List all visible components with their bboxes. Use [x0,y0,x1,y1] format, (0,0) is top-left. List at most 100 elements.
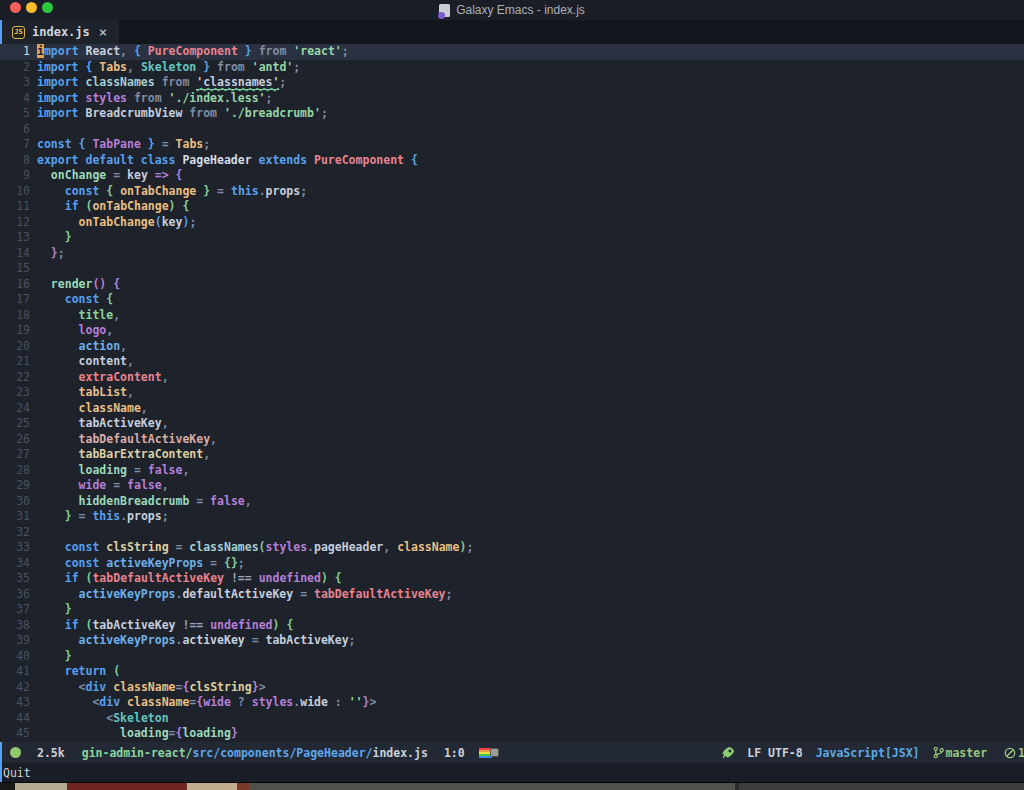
echo-message: Quit [3,766,31,780]
code-line: 28 loading = false, [0,463,1024,479]
desktop-strip-segment [237,783,249,790]
line-number: 3 [0,75,30,91]
desktop-strip-segment [67,783,187,790]
line-number: 7 [0,137,30,153]
tab-bar: JS index.js × [0,20,1024,44]
modeline-right: LF UTF-8 JavaScript[JSX] master 1 [721,746,1024,760]
line-number: 22 [0,370,30,386]
major-mode[interactable]: JavaScript[JSX] [816,746,920,760]
tab-label: index.js [32,25,90,39]
line-number: 42 [0,680,30,696]
desktop-strip-segment [249,783,735,790]
line-number: 31 [0,509,30,525]
line-number: 6 [0,122,30,138]
buffer-size: 2.5k [37,746,65,760]
code-line: 39 activeKeyProps.activeKey = tabActiveK… [0,633,1024,649]
line-number: 10 [0,184,30,200]
line-number: 38 [0,618,30,634]
code-line: 25 tabActiveKey, [0,416,1024,432]
code-line: 13 } [0,230,1024,246]
line-number: 11 [0,199,30,215]
line-number: 34 [0,556,30,572]
no-issues-icon [1004,747,1016,759]
window-title-group: Galaxy Emacs - index.js [0,0,1024,20]
line-number: 12 [0,215,30,231]
tab-close-icon[interactable]: × [99,24,107,40]
code-line: 45 loading={loading} [0,726,1024,742]
line-number: 24 [0,401,30,417]
line-number: 45 [0,726,30,742]
tab-index-js[interactable]: JS index.js × [2,20,119,44]
code-line: 33 const clsString = classNames(styles.p… [0,540,1024,556]
code-line: 19 logo, [0,323,1024,339]
code-line: 40 } [0,649,1024,665]
code-line: 32 [0,525,1024,541]
modeline: 2.5k gin-admin-react/src/components/Page… [0,742,1024,763]
git-branch-name[interactable]: master [946,746,988,760]
code-line: 20 action, [0,339,1024,355]
line-number: 5 [0,106,30,122]
line-number: 36 [0,587,30,603]
code-line: 44 <Skeleton [0,711,1024,727]
code-line: 29 wide = false, [0,478,1024,494]
code-line: 2import { Tabs, Skeleton } from 'antd'; [0,60,1024,76]
line-number: 14 [0,246,30,262]
line-number: 32 [0,525,30,541]
document-icon [439,4,450,17]
code-line: 11 if (onTabChange) { [0,199,1024,215]
line-number: 1 [0,44,30,60]
code-line: 26 tabDefaultActiveKey, [0,432,1024,448]
code-line: 4import styles from './index.less'; [0,91,1024,107]
desktop-strip-segment [187,783,237,790]
issue-count[interactable]: 1 [1018,746,1024,760]
line-number: 4 [0,91,30,107]
code-line: 23 tabList, [0,385,1024,401]
nyan-cat-progress-icon [479,747,499,759]
code-line: 14 }; [0,246,1024,262]
code-line: 27 tabBarExtraContent, [0,447,1024,463]
code-line: 5import BreadcrumbView from './breadcrum… [0,106,1024,122]
line-number: 17 [0,292,30,308]
line-number: 23 [0,385,30,401]
code-line: 16 render() { [0,277,1024,293]
code-line: 24 className, [0,401,1024,417]
line-number: 39 [0,633,30,649]
code-line: 12 onTabChange(key); [0,215,1024,231]
line-number: 9 [0,168,30,184]
code-line: 7const { TabPane } = Tabs; [0,137,1024,153]
code-line: 22 extraContent, [0,370,1024,386]
line-number: 15 [0,261,30,277]
echo-area: Quit [0,763,1024,782]
cursor-position: 1:0 [444,746,465,760]
editor[interactable]: 1import React, { PureComponent } from 'r… [0,44,1024,742]
desktop-strip-segment [739,783,1024,790]
code-line: 6 [0,122,1024,138]
titlebar: Galaxy Emacs - index.js [0,0,1024,20]
code-line: 9 onChange = key => { [0,168,1024,184]
buffer-path: gin-admin-react/src/components/PageHeade… [82,746,428,760]
line-number: 2 [0,60,30,76]
emacs-window: Galaxy Emacs - index.js JS index.js × 1i… [0,0,1024,790]
code-line: 31 } = this.props; [0,509,1024,525]
line-number: 21 [0,354,30,370]
code-line: 10 const { onTabChange } = this.props; [0,184,1024,200]
line-number: 20 [0,339,30,355]
line-number: 30 [0,494,30,510]
code-line: 15 [0,261,1024,277]
line-number: 28 [0,463,30,479]
buffer-state-icon [10,747,21,758]
line-number: 29 [0,478,30,494]
line-number: 16 [0,277,30,293]
line-number: 13 [0,230,30,246]
desktop-strip-segment [15,783,67,790]
modeline-accent [0,742,2,782]
window-title: Galaxy Emacs - index.js [456,3,585,17]
line-number: 26 [0,432,30,448]
code-line: 30 hiddenBreadcrumb = false, [0,494,1024,510]
line-number: 8 [0,153,30,169]
line-number: 27 [0,447,30,463]
code-line: 37 } [0,602,1024,618]
line-number: 44 [0,711,30,727]
eol-encoding[interactable]: LF UTF-8 [747,746,802,760]
line-number: 41 [0,664,30,680]
